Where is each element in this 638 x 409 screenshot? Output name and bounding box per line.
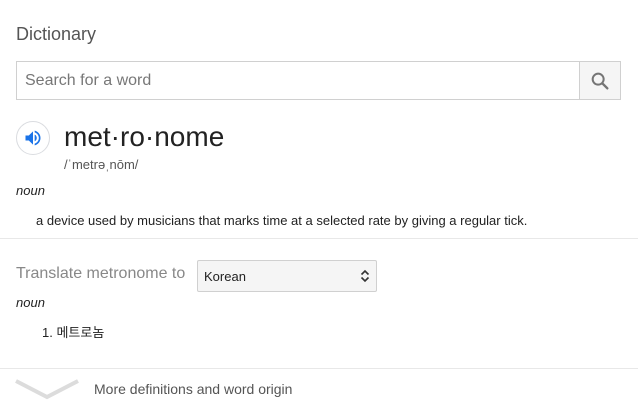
language-select-value: Korean: [204, 268, 246, 284]
search-button[interactable]: [579, 62, 620, 99]
pronunciation-text: /ˈmetrəˌnōm/: [64, 157, 139, 172]
search-input[interactable]: [17, 62, 579, 99]
part-of-speech: noun: [16, 183, 45, 198]
language-select[interactable]: Korean: [197, 260, 377, 292]
headword: met·ro·nome: [64, 121, 225, 152]
speaker-icon: [25, 130, 41, 146]
search-box: [16, 61, 621, 100]
translation-item: 1. 메트로놈: [42, 322, 104, 341]
definition: a device used by musicians that marks ti…: [36, 213, 528, 228]
dictionary-card: Dictionary met·ro·nome /ˈmetrəˌnōm/ noun…: [0, 0, 638, 409]
more-definitions-button[interactable]: More definitions and word origin: [0, 369, 638, 409]
search-icon: [591, 72, 609, 90]
section-divider: [0, 238, 638, 239]
translation-part-of-speech: noun: [16, 295, 45, 310]
more-definitions-label: More definitions and word origin: [94, 381, 293, 397]
translation-number: 1.: [42, 325, 53, 340]
card-title: Dictionary: [16, 24, 97, 44]
translate-label: Translate metronome to: [16, 265, 186, 282]
chevron-down-icon: [15, 379, 79, 400]
translation-text: 메트로놈: [56, 325, 105, 340]
pronunciation-play-button[interactable]: [16, 121, 50, 155]
updown-arrows-icon: [360, 269, 370, 283]
